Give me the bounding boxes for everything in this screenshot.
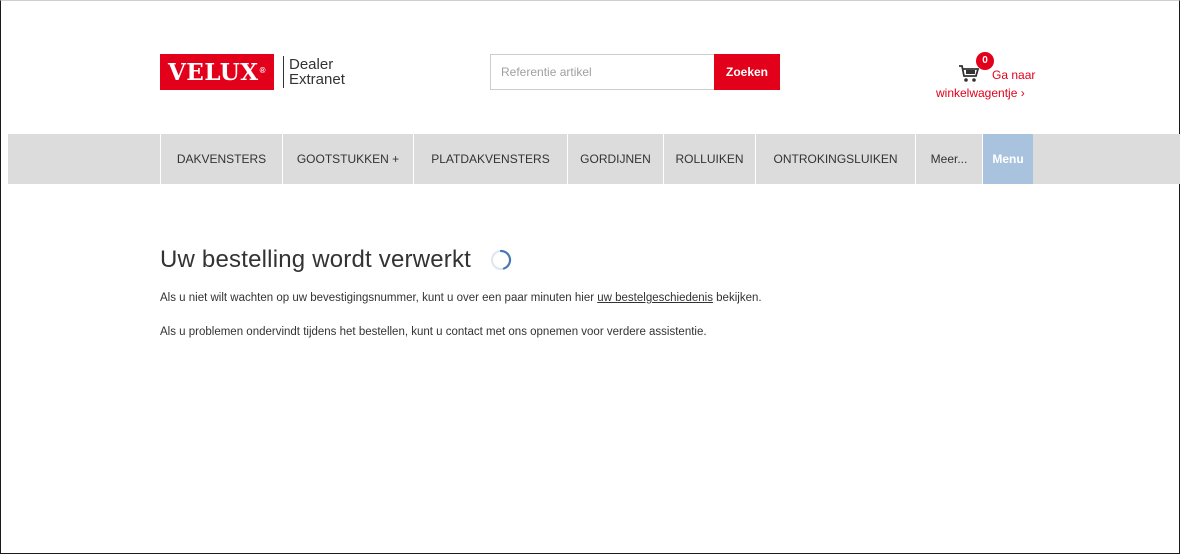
search-input[interactable]: [490, 54, 714, 90]
nav-item-ontrokingsluiken[interactable]: ONTROKINGSLUIKEN: [756, 134, 916, 184]
search-button[interactable]: Zoeken: [714, 54, 780, 90]
info-text-before-link: Als u niet wilt wachten op uw bevestigin…: [160, 292, 598, 304]
info-text-after-link: bekijken.: [712, 292, 762, 304]
nav-item-gordijnen[interactable]: GORDIJNEN: [568, 134, 664, 184]
shopping-cart-icon: [959, 65, 980, 82]
nav-item-gootstukken[interactable]: GOOTSTUKKEN +: [283, 134, 414, 184]
nav-item-dakvensters[interactable]: DAKVENSTERS: [160, 134, 283, 184]
logo-registered-mark: ®: [259, 65, 267, 75]
page-title: Uw bestelling wordt verwerkt: [160, 246, 472, 273]
confirmation-info-text: Als u niet wilt wachten op uw bevestigin…: [160, 292, 762, 304]
search-form: Zoeken: [490, 54, 780, 90]
loading-spinner-icon: [491, 249, 512, 270]
logo-subtitle-line1: Dealer: [289, 56, 334, 73]
logo-box: VELUX ®: [160, 54, 274, 90]
logo-subtitle: Dealer Extranet: [289, 57, 345, 87]
cart-label-line2: winkelwagentje ›: [936, 86, 1025, 100]
cart-link[interactable]: 0 Ga naar winkelwagentje ›: [936, 50, 1056, 104]
logo-subtitle-line2: Extranet: [289, 71, 345, 88]
menu-button[interactable]: Menu: [983, 134, 1033, 184]
nav-item-platdakvensters[interactable]: PLATDAKVENSTERS: [414, 134, 568, 184]
nav-item-rolluiken[interactable]: ROLLUIKEN: [664, 134, 756, 184]
velux-logo[interactable]: VELUX ® Dealer Extranet: [160, 54, 345, 90]
support-info-text: Als u problemen ondervindt tijdens het b…: [160, 326, 707, 338]
main-navigation: DAKVENSTERS GOOTSTUKKEN + PLATDAKVENSTER…: [8, 134, 1180, 184]
processing-heading-row: Uw bestelling wordt verwerkt: [160, 246, 513, 274]
cart-label-line1: Ga naar: [992, 68, 1036, 82]
logo-divider: [283, 56, 284, 88]
order-history-link[interactable]: uw bestelgeschiedenis: [597, 292, 713, 304]
logo-text: VELUX: [167, 58, 259, 86]
nav-item-meer[interactable]: Meer...: [916, 134, 983, 184]
